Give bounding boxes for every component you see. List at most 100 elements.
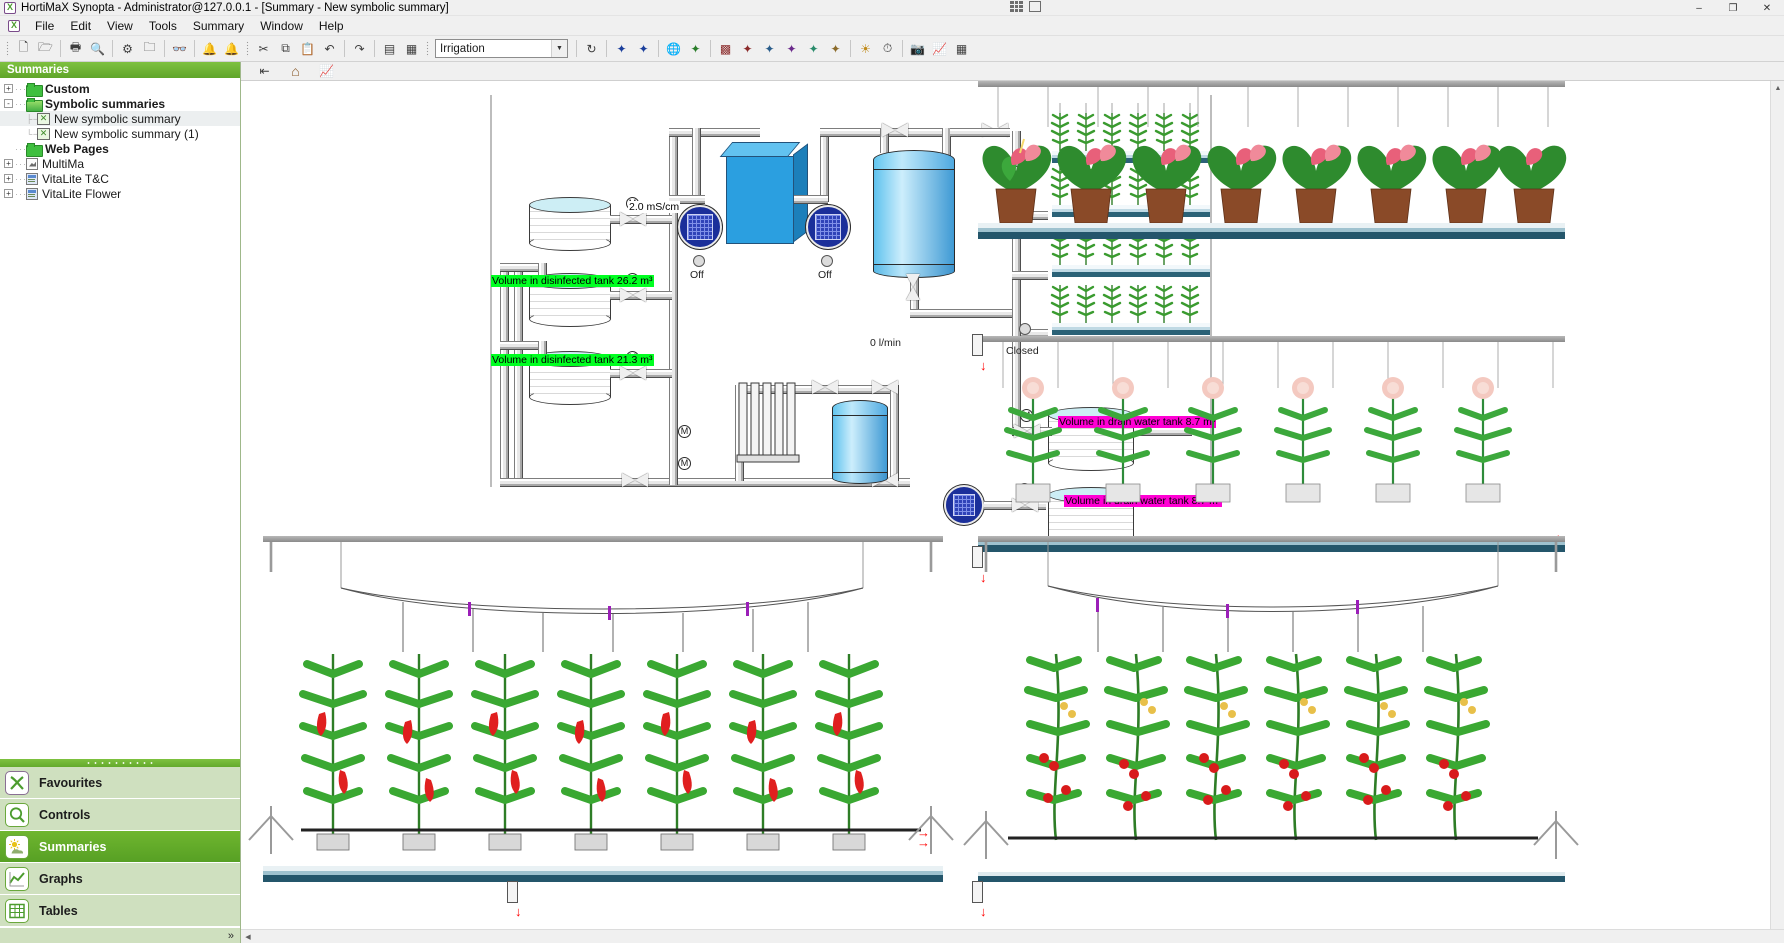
greenhouse-tomato[interactable]	[963, 536, 1579, 943]
tree-node-new-symbolic-summary-1[interactable]: └─ ✕ New symbolic summary (1)	[0, 126, 240, 141]
alarm-list-icon[interactable]: 🔔	[221, 38, 242, 59]
cut-icon[interactable]: ✂	[253, 38, 274, 59]
expander-icon[interactable]: +	[4, 84, 13, 93]
fert-icon[interactable]: ✦	[803, 38, 824, 59]
climate-icon[interactable]: ✦	[611, 38, 632, 59]
redo-icon[interactable]: ↷	[349, 38, 370, 59]
globe-icon[interactable]: 🌐	[663, 38, 684, 59]
alarm-icon[interactable]: 🔔	[199, 38, 220, 59]
scroll-left-button[interactable]: ◀	[241, 930, 255, 943]
open-folder-icon[interactable]: 🗁	[35, 38, 56, 59]
water-icon[interactable]: ✦	[633, 38, 654, 59]
valve-filter-outlet[interactable]	[906, 274, 920, 300]
left-panel: Summaries + ··· Custom - ··· Symbolic su…	[0, 62, 241, 943]
expander-icon[interactable]: +	[4, 189, 13, 198]
pump2-icon[interactable]: ✦	[759, 38, 780, 59]
print-preview-icon[interactable]: 🔍	[87, 38, 108, 59]
expander-icon[interactable]: +	[4, 174, 13, 183]
toolbar-grip[interactable]	[6, 40, 9, 57]
sand-filter[interactable]	[873, 150, 955, 278]
valve-lower-top-2[interactable]	[872, 380, 898, 394]
nav-item-graphs[interactable]: Graphs	[0, 863, 240, 895]
paste-icon[interactable]: 📋	[297, 38, 318, 59]
menu-edit[interactable]: Edit	[62, 17, 99, 35]
copy-icon[interactable]: ⧉	[275, 38, 296, 59]
glasses-icon[interactable]: 👓	[169, 38, 190, 59]
tree-node-new-symbolic-summary[interactable]: ├─ ✕ New symbolic summary	[0, 111, 240, 126]
archive-folder-icon[interactable]: 🗀	[139, 38, 160, 59]
graph-icon[interactable]: 📈	[317, 63, 336, 80]
menu-file[interactable]: File	[27, 17, 62, 35]
undo-icon[interactable]: ↶	[319, 38, 340, 59]
print-icon[interactable]: 🖶	[65, 38, 86, 59]
tree-node-custom[interactable]: + ··· Custom	[0, 81, 240, 97]
valve-filter-inlet[interactable]	[882, 123, 908, 137]
uv-unit[interactable]	[719, 142, 808, 244]
nav-splitter[interactable]	[0, 759, 240, 767]
canvas-scrollbar-horizontal[interactable]: ◀	[241, 929, 1784, 943]
table-tool-icon[interactable]: ▦	[951, 38, 972, 59]
tree-node-multima[interactable]: + ··· MultiMa	[0, 156, 240, 171]
tomato-valve-box[interactable]	[972, 881, 983, 903]
new-icon[interactable]: 🗋	[13, 38, 34, 59]
sun-icon[interactable]: ☀	[855, 38, 876, 59]
valve-tank2[interactable]	[620, 288, 646, 302]
meter-icon[interactable]: ⏱	[877, 38, 898, 59]
expander-icon[interactable]: -	[4, 99, 13, 108]
symbolic-summary-canvas[interactable]: M M M Volume in disinfected tank 26.2 m³…	[241, 81, 1784, 943]
dosing-icon[interactable]: ✦	[781, 38, 802, 59]
canvas-scrollbar-vertical[interactable]: ▲	[1770, 81, 1784, 943]
greenhouse-anthurium[interactable]	[978, 81, 1567, 301]
heat-exchanger[interactable]	[736, 377, 801, 473]
close-button[interactable]: ✕	[1750, 0, 1784, 16]
rose-valve-box[interactable]	[972, 334, 983, 356]
nav-item-favourites[interactable]: Favourites	[0, 767, 240, 799]
valve-tank3[interactable]	[620, 366, 646, 380]
layout-icon[interactable]: ▦	[401, 38, 422, 59]
pump-left[interactable]	[678, 205, 722, 249]
valve-return-1[interactable]	[622, 473, 648, 487]
valve-tank1[interactable]	[620, 212, 646, 226]
minimize-button[interactable]: –	[1682, 0, 1716, 16]
tree-node-web-pages[interactable]: ··· Web Pages	[0, 141, 240, 157]
scroll-up-button[interactable]: ▲	[1771, 81, 1784, 95]
fan-icon[interactable]: ✦	[825, 38, 846, 59]
screen-icon[interactable]: ▩	[715, 38, 736, 59]
tree-node-vitalite-flower[interactable]: + ··· VitaLite Flower	[0, 186, 240, 201]
nav-item-controls[interactable]: Controls	[0, 799, 240, 831]
toolbar-grip[interactable]	[246, 40, 249, 57]
valve-icon[interactable]: ✦	[685, 38, 706, 59]
menu-help[interactable]: Help	[311, 17, 352, 35]
home-icon[interactable]: ⌂	[286, 63, 305, 80]
refresh-icon[interactable]: ↻	[581, 38, 602, 59]
chevron-down-icon[interactable]: ▼	[551, 40, 567, 57]
back-page-icon[interactable]: ⇤	[255, 63, 274, 80]
nav-expand-bar[interactable]: »	[0, 927, 240, 943]
properties-icon[interactable]: ▤	[379, 38, 400, 59]
tree-node-vitalite-tc[interactable]: + ··· VitaLite T&C	[0, 171, 240, 186]
grid-view-icon[interactable]	[1010, 1, 1023, 12]
maximize-button[interactable]: ❐	[1716, 0, 1750, 16]
single-view-icon[interactable]	[1029, 1, 1041, 12]
expander-icon[interactable]: +	[4, 159, 13, 168]
nav-item-summaries[interactable]: Summaries	[0, 831, 240, 863]
toolbar-grip[interactable]	[426, 40, 429, 57]
settings-icon[interactable]: ⚙	[117, 38, 138, 59]
context-select[interactable]: Irrigation ▼	[435, 39, 568, 58]
greenhouse-rose[interactable]: ←	[978, 336, 1567, 552]
valve-lower-top[interactable]	[812, 380, 838, 394]
menu-summary[interactable]: Summary	[185, 17, 252, 35]
pump-right[interactable]	[806, 205, 850, 249]
pump1-icon[interactable]: ✦	[737, 38, 758, 59]
pepper-valve-box[interactable]	[507, 881, 518, 903]
disinfected-tank-top[interactable]	[529, 197, 611, 251]
menu-tools[interactable]: Tools	[141, 17, 185, 35]
camera-icon[interactable]: 📷	[907, 38, 928, 59]
buffer-vessel[interactable]	[832, 400, 888, 484]
graph-tool-icon[interactable]: 📈	[929, 38, 950, 59]
tree-node-symbolic-summaries[interactable]: - ··· Symbolic summaries	[0, 96, 240, 112]
menu-view[interactable]: View	[99, 17, 141, 35]
nav-item-tables[interactable]: Tables	[0, 895, 240, 927]
greenhouse-pepper[interactable]: → →	[248, 536, 963, 943]
menu-window[interactable]: Window	[252, 17, 311, 35]
